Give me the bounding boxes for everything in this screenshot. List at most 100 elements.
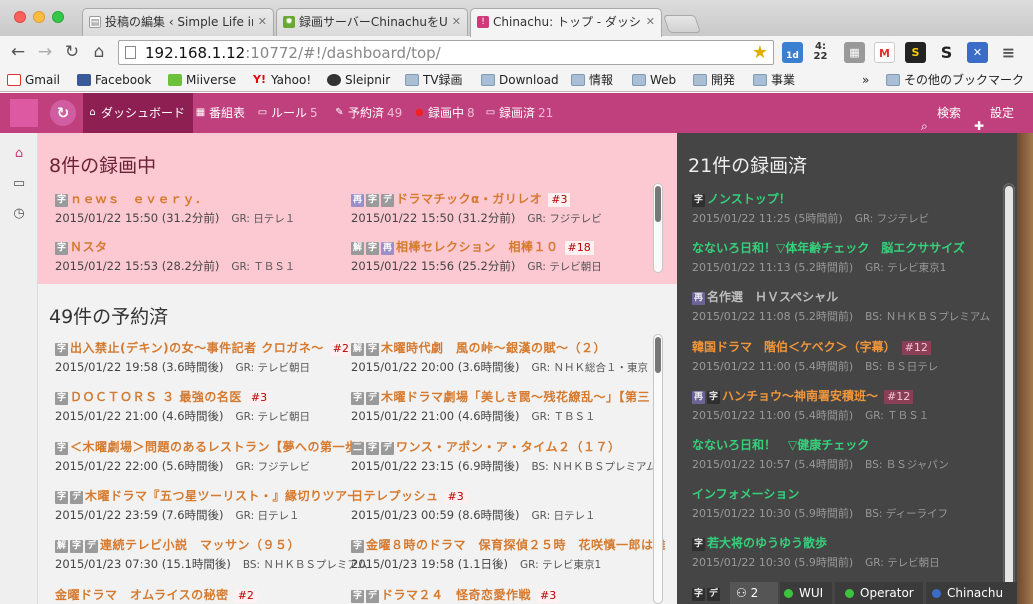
url-text[interactable]: 192.168.1.12:10772/#!/dashboard/top/	[145, 44, 441, 62]
home-icon[interactable]: ⌂	[87, 40, 111, 64]
nav-reserved[interactable]: ✎ 予約済 49	[330, 93, 402, 133]
bookmark-folder-tv[interactable]: TV録画	[405, 72, 463, 89]
program-title[interactable]: 名作選 ＨＶスペシャル	[707, 290, 838, 304]
program-item[interactable]: 金曜ドラマ オムライスの秘密 #2	[55, 587, 355, 604]
bookmark-folder-business[interactable]: 事業	[753, 72, 795, 89]
program-item[interactable]: 韓国ドラマ 階伯＜ケベク＞（字幕） #12 2015/01/22 11:00 (5.…	[692, 339, 1007, 385]
reload-icon[interactable]: ↻	[60, 40, 84, 64]
app-logo[interactable]	[10, 99, 38, 127]
s-extension-icon[interactable]: S	[905, 42, 926, 63]
history-icon[interactable]: ◷	[9, 205, 29, 223]
translate-extension-icon[interactable]: ✕	[967, 42, 988, 63]
program-item[interactable]: 字ノンストップ！ 2015/01/22 11:25 (5時間前) GR: フジテレビ	[692, 191, 1007, 237]
back-arrow-icon[interactable]: ←	[6, 40, 30, 64]
program-title[interactable]: ＤＯＣＴＯＲＳ ３ 最強の名医	[70, 390, 242, 404]
program-item[interactable]: なないろ日和！▽体年齢チェック 脳エクササイズ 2015/01/22 11:13 …	[692, 240, 1007, 286]
calendar-extension-icon[interactable]: 1d	[782, 42, 803, 63]
scroll-thumb[interactable]	[655, 186, 661, 222]
program-title[interactable]: ドラマチックα・ガリレオ	[396, 192, 542, 206]
program-title[interactable]: 出入禁止(デキン)の女～事件記者 クロガネ～	[70, 341, 324, 355]
program-item[interactable]: 字出入禁止(デキン)の女～事件記者 クロガネ～ #2 2015/01/22 19:5…	[55, 340, 355, 386]
program-item[interactable]: 字 ＤＯＣＴＯＲＳ ３ 最強の名医 #3 2015/01/22 21:00 (4.6時…	[55, 389, 355, 435]
program-title[interactable]: なないろ日和！▽体年齢チェック 脳エクササイズ	[692, 241, 965, 255]
other-bookmarks[interactable]: その他のブックマーク	[886, 72, 1024, 89]
program-item[interactable]: 再字デドラマチックα・ガリレオ #3 2015/01/22 15:50 (31.2分…	[351, 191, 651, 237]
bookmark-folder-info[interactable]: 情報	[571, 72, 613, 89]
program-title[interactable]: 韓国ドラマ 階伯＜ケベク＞（字幕）	[692, 340, 896, 354]
nav-recorded[interactable]: ▭ 録画済 21	[481, 93, 554, 133]
new-tab-button[interactable]	[663, 15, 701, 33]
program-title[interactable]: 木曜ドラマ『五つ星ツーリスト・』縁切りツアー	[85, 489, 359, 503]
forward-arrow-icon[interactable]: →	[33, 40, 57, 64]
clock-extension-icon[interactable]: 4: 22	[810, 42, 831, 63]
status-wui[interactable]: WUI	[780, 582, 832, 604]
program-title[interactable]: ワンス・アポン・ア・タイム２（１７）	[396, 440, 621, 454]
program-title[interactable]: 木曜時代劇 風の峠～銀漢の賦～（２）	[381, 341, 606, 355]
program-item[interactable]: 字若大将のゆうゆう散歩 2015/01/22 10:30 (5.9時間前) GR: …	[692, 535, 1007, 581]
address-bar[interactable]: 192.168.1.12:10772/#!/dashboard/top/ ★	[118, 40, 774, 65]
bookmark-folder-download[interactable]: Download	[481, 72, 559, 89]
program-title[interactable]: 若大将のゆうゆう散歩	[707, 536, 827, 550]
program-item[interactable]: 二字デワンス・アポン・ア・タイム２（１７） 2015/01/22 23:15 (6…	[351, 439, 656, 485]
program-item[interactable]: 再字ハンチョウ～神南署安積班～ #12 2015/01/22 11:00 (5.4時…	[692, 388, 1007, 434]
bookmark-miiverse[interactable]: Miiverse	[168, 72, 236, 89]
program-item[interactable]: 解字木曜時代劇 風の峠～銀漢の賦～（２） 2015/01/22 20:00 (3.…	[351, 340, 651, 386]
program-item[interactable]: 字デ木曜ドラマ劇場「美しき罠～残花繚乱～」【第三 2015/01/22 21:00…	[351, 389, 651, 435]
bookmarks-overflow-button[interactable]: »	[862, 72, 869, 89]
status-users[interactable]: ⚇ 2	[730, 582, 778, 604]
bookmark-facebook[interactable]: Facebook	[77, 72, 151, 89]
program-title[interactable]: 木曜ドラマ劇場「美しき罠～残花繚乱～」【第三	[381, 390, 650, 404]
program-title[interactable]: なないろ日和！ ▽健康チェック	[692, 438, 869, 452]
home-icon[interactable]: ⌂	[9, 145, 29, 163]
bookmark-folder-dev[interactable]: 開発	[693, 72, 735, 89]
program-item[interactable]: 字デ木曜ドラマ『五つ星ツーリスト・』縁切りツアー 2015/01/22 23:59…	[55, 488, 359, 534]
recording-scrollbar[interactable]	[653, 183, 663, 273]
program-item[interactable]: 日テレプッシュ #3 2015/01/23 00:59 (8.6時間後) GR: 日テ…	[351, 488, 651, 534]
program-item[interactable]: 解字デ連続テレビ小説 マッサン（９５） 2015/01/23 07:30 (15.…	[55, 537, 368, 583]
program-item[interactable]: インフォメーション 2015/01/22 10:30 (5.9時間前) BS: ディ…	[692, 486, 1007, 532]
program-item[interactable]: なないろ日和！ ▽健康チェック 2015/01/22 10:57 (5.4時間前)…	[692, 437, 1007, 483]
program-title[interactable]: ドラマ２４ 怪奇恋愛作戦	[381, 588, 531, 602]
recorded-scrollbar[interactable]	[1003, 183, 1015, 598]
program-title[interactable]: 金曜ドラマ オムライスの秘密	[55, 588, 229, 602]
program-title[interactable]: Ｎスタ	[70, 240, 108, 254]
monitor-icon[interactable]: ▭	[9, 175, 29, 193]
search-button[interactable]: ⌕ 検索	[919, 93, 961, 133]
close-tab-icon[interactable]: ✕	[258, 9, 267, 35]
reserved-scrollbar[interactable]	[653, 334, 663, 604]
sleipnir-extension-icon[interactable]: S	[936, 42, 957, 63]
bookmark-folder-web[interactable]: Web	[632, 72, 676, 89]
nav-schedule[interactable]: ▦ 番組表	[191, 93, 245, 133]
grid-extension-icon[interactable]: ▦	[844, 42, 865, 63]
program-title[interactable]: ノンストップ！	[707, 192, 791, 206]
program-title[interactable]: 連続テレビ小説 マッサン（９５）	[100, 538, 300, 552]
browser-tab-1[interactable]: ▤ 投稿の編集 ‹ Simple Life in t ✕	[82, 8, 274, 36]
status-operator[interactable]: Operator	[835, 582, 923, 604]
close-tab-icon[interactable]: ✕	[452, 9, 461, 35]
program-title[interactable]: 日テレプッシュ	[351, 489, 439, 503]
program-title[interactable]: インフォメーション	[692, 487, 799, 501]
program-title[interactable]: 金曜８時のドラマ 保育探偵２５時 花咲慎一郎は難	[366, 538, 666, 552]
menu-icon[interactable]: ≡	[998, 42, 1019, 63]
zoom-window-button[interactable]	[52, 11, 64, 23]
close-tab-icon[interactable]: ✕	[646, 9, 655, 35]
program-item[interactable]: 解字再相棒セレクション 相棒１０ #18 2015/01/22 15:56 (25.…	[351, 239, 651, 285]
scroll-thumb[interactable]	[655, 337, 661, 373]
bookmark-gmail[interactable]: Gmail	[7, 72, 60, 89]
scroll-thumb[interactable]	[1005, 186, 1013, 596]
program-title[interactable]: ハンチョウ～神南署安積班～	[722, 389, 878, 403]
program-title[interactable]: ｎｅｗｓ ｅｖｅｒｙ．	[70, 192, 208, 206]
program-item[interactable]: 字金曜８時のドラマ 保育探偵２５時 花咲慎一郎は難 2015/01/23 19:5…	[351, 537, 666, 583]
program-item[interactable]: 再名作選 ＨＶスペシャル 2015/01/22 11:08 (5.2時間前) BS:…	[692, 289, 1007, 335]
settings-button[interactable]: ✚ 設定	[972, 93, 1014, 133]
browser-tab-3-active[interactable]: ! Chinachu: トップ - ダッシュ ✕	[470, 8, 662, 37]
program-item[interactable]: 字デドラマ２４ 怪奇恋愛作戦 #3	[351, 587, 651, 604]
bookmark-sleipnir[interactable]: Sleipnir	[327, 72, 390, 89]
gmail-extension-icon[interactable]: M	[874, 42, 895, 63]
program-item[interactable]: 字 ｎｅｗｓ ｅｖｅｒｙ． 2015/01/22 15:50 (31.2分前) GR:…	[55, 191, 355, 237]
nav-rules[interactable]: ▭ ルール 5	[253, 93, 318, 133]
program-item[interactable]: 字＜木曜劇場＞問題のあるレストラン【夢への第一歩！ 2015/01/22 22:0…	[55, 439, 370, 485]
status-chinachu[interactable]: Chinachu	[926, 582, 1017, 604]
close-window-button[interactable]	[14, 11, 26, 23]
nav-recording[interactable]: ● 録画中 8	[410, 93, 475, 133]
